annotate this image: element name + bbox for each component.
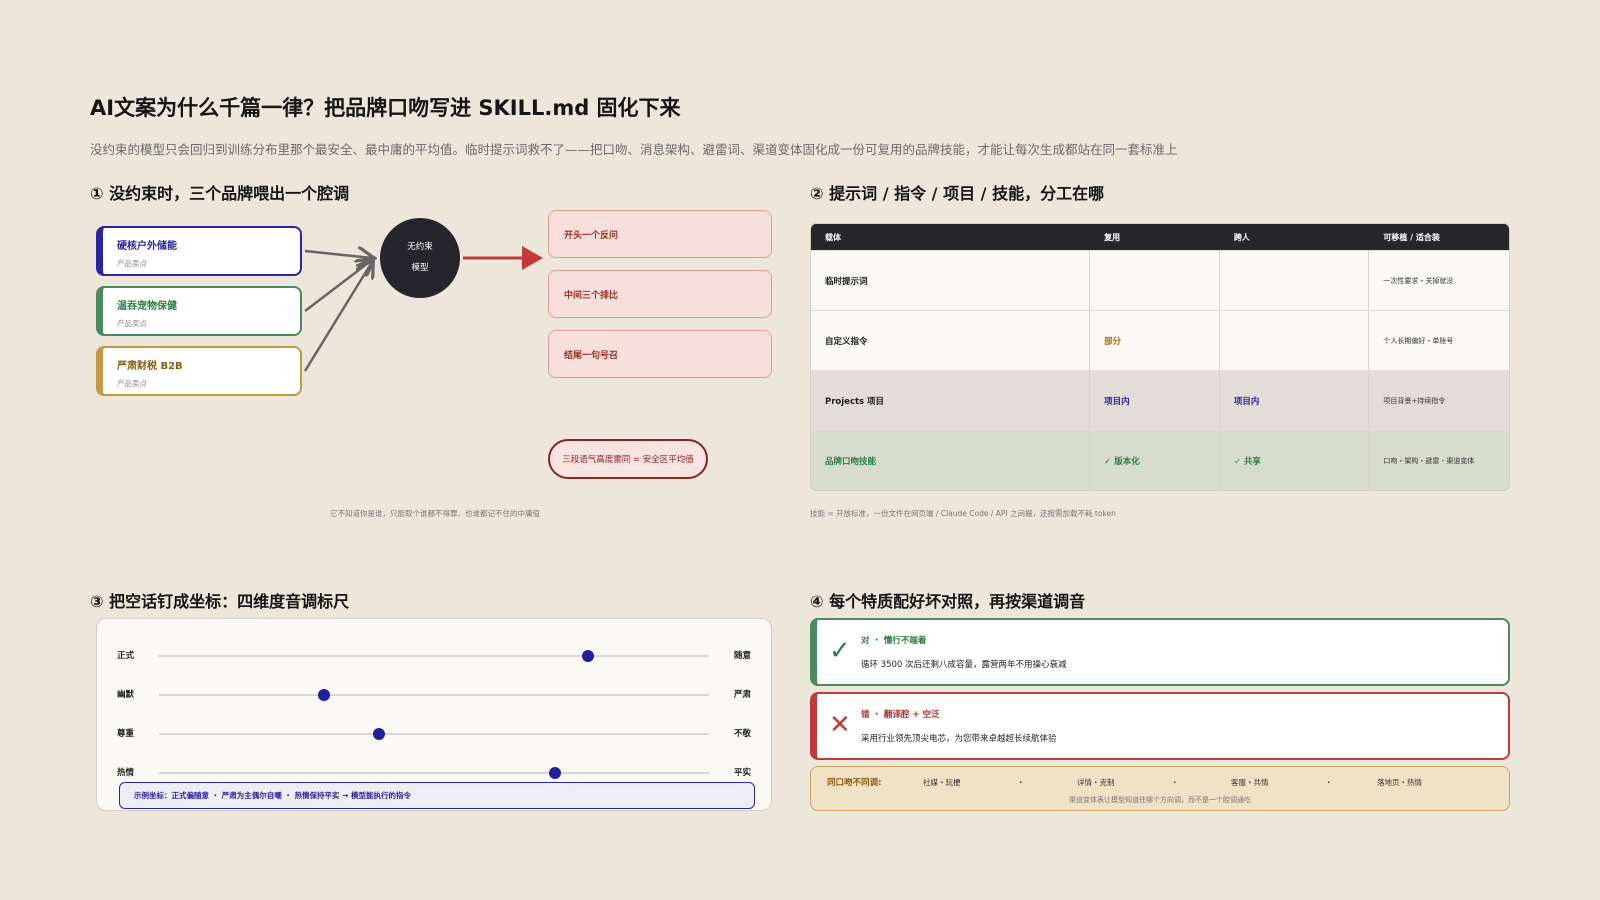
good-example-card: ✓ 对 ・ 懂行不端着 循环 3500 次后还剩八成容量，露营两年不用操心衰减 <box>810 618 1510 686</box>
reuse-cell <box>1090 251 1220 310</box>
row-label: 临时提示词 <box>811 251 1091 310</box>
slider-right-label: 不敬 <box>733 729 751 739</box>
cross-icon: ✕ <box>829 710 851 740</box>
table-row: Projects 项目 项目内 项目内 项目背景+持续指令 <box>811 370 1509 430</box>
slider-left-label: 幽默 <box>117 690 135 700</box>
model-node: 无约束 模型 <box>380 218 460 298</box>
slider-right-label: 平实 <box>733 768 751 778</box>
output-box: 开头一个反问 <box>548 210 772 258</box>
slider-row: 幽默 严肃 <box>97 684 771 704</box>
bad-text: 采用行业领先顶尖电芯，为您带来卓越超长续航体验 <box>861 734 1057 744</box>
tone-scale-panel: 正式 随意 幽默 严肃 尊重 不敬 热情 平实 示例坐标：正式偏随意 ・ 严肃为… <box>96 618 772 811</box>
check-icon: ✓ <box>829 636 851 666</box>
slider-track <box>159 767 709 779</box>
share-cell: 项目内 <box>1220 371 1370 430</box>
role-comparison-table: 载体 复用 跨人 可移植 / 适合装 临时提示词 一次性要求・关掉就没 自定义指… <box>810 223 1510 491</box>
note-cell: 项目背景+持续指令 <box>1383 396 1446 405</box>
reuse-cell: 项目内 <box>1090 371 1220 430</box>
panel4-title: ④ 每个特质配好坏对照，再按渠道调音 <box>810 592 1086 611</box>
note-cell: 口吻・架构・避雷・渠道变体 <box>1383 456 1475 465</box>
output-box: 中间三个排比 <box>548 270 772 318</box>
table-header: 载体 复用 跨人 可移植 / 适合装 <box>811 224 1509 250</box>
slider-left-label: 热情 <box>117 768 135 778</box>
slider-row: 尊重 不敬 <box>97 723 771 743</box>
channel-separator: ・ <box>1171 778 1179 787</box>
slider-knob[interactable] <box>318 689 330 701</box>
share-cell: ✓ 共享 <box>1220 431 1370 490</box>
note-cell: 一次性要求・关掉就没 <box>1383 276 1454 285</box>
bad-label: 错 ・ 翻译腔 + 空泛 <box>861 710 940 720</box>
arrow-brand3-to-model <box>303 262 372 372</box>
channel-item: 详情・克制 <box>1077 778 1115 787</box>
channel-note: 渠道变体表让模型知道往哪个方向调，而不是一个腔调通吃 <box>1069 796 1251 804</box>
good-label: 对 ・ 懂行不端着 <box>861 636 927 646</box>
slider-right-label: 随意 <box>733 651 751 661</box>
channel-item: 社媒・玩梗 <box>923 778 961 787</box>
slider-knob[interactable] <box>582 650 594 662</box>
panel3-title: ③ 把空话钉成坐标：四维度音调标尺 <box>90 592 350 611</box>
slider-row: 正式 随意 <box>97 645 771 665</box>
reuse-cell: ✓ 版本化 <box>1090 431 1220 490</box>
panel2-caption: 技能 = 开放标准，一份文件在网页端 / Claude Code / API 之… <box>810 509 1116 518</box>
row-label: 品牌口吻技能 <box>811 431 1091 490</box>
col-header: 复用 <box>1104 232 1121 242</box>
row-label: 自定义指令 <box>811 311 1091 370</box>
slider-right-label: 严肃 <box>733 690 751 700</box>
slider-left-label: 正式 <box>117 651 135 661</box>
slider-knob[interactable] <box>373 728 385 740</box>
slider-track <box>159 728 709 740</box>
channel-separator: ・ <box>1325 778 1333 787</box>
table-row: 自定义指令 部分 个人长期偏好・单账号 <box>811 310 1509 370</box>
share-cell <box>1220 251 1370 310</box>
slider-track <box>159 689 709 701</box>
channel-item: 客服・共情 <box>1231 778 1269 787</box>
arrow-brand2-to-model <box>304 260 372 312</box>
arrow-brand1-to-model <box>304 251 372 258</box>
model-label-1: 无约束 <box>407 242 433 252</box>
col-header: 载体 <box>825 232 841 242</box>
slider-knob[interactable] <box>549 767 561 779</box>
example-coordinates: 示例坐标：正式偏随意 ・ 严肃为主偶尔自嘲 ・ 热情保持平实 → 模型能执行的指… <box>119 782 755 809</box>
share-cell <box>1220 311 1370 370</box>
note-cell: 个人长期偏好・单账号 <box>1383 336 1454 345</box>
row-label: Projects 项目 <box>811 371 1091 430</box>
result-pill: 三段语气高度雷同 = 安全区平均值 <box>548 439 708 479</box>
table-row: 临时提示词 一次性要求・关掉就没 <box>811 250 1509 310</box>
channel-variants: 同口吻不同调: 社媒・玩梗 ・ 详情・克制 ・ 客服・共情 ・ 落地页・热情 渠… <box>810 766 1510 811</box>
bad-example-card: ✕ 错 ・ 翻译腔 + 空泛 采用行业领先顶尖电芯，为您带来卓越超长续航体验 <box>810 692 1510 760</box>
col-header: 可移植 / 适合装 <box>1383 232 1440 242</box>
panel1-caption: 它不知道你是谁，只能取个谁都不得罪、也谁都记不住的中庸值 <box>330 509 540 518</box>
channel-item: 落地页・热情 <box>1377 778 1422 787</box>
table-row: 品牌口吻技能 ✓ 版本化 ✓ 共享 口吻・架构・避雷・渠道变体 <box>811 430 1509 490</box>
channel-separator: ・ <box>1017 778 1025 787</box>
panel2-title: ② 提示词 / 指令 / 项目 / 技能，分工在哪 <box>810 184 1105 203</box>
output-box: 结尾一句号召 <box>548 330 772 378</box>
reuse-cell: 部分 <box>1090 311 1220 370</box>
channel-label: 同口吻不同调: <box>827 778 882 788</box>
slider-track <box>159 650 709 662</box>
slider-left-label: 尊重 <box>117 729 135 739</box>
col-header: 跨人 <box>1233 232 1250 242</box>
model-label-2: 模型 <box>411 263 429 273</box>
slider-row: 热情 平实 <box>97 762 771 782</box>
good-text: 循环 3500 次后还剩八成容量，露营两年不用操心衰减 <box>861 660 1067 670</box>
